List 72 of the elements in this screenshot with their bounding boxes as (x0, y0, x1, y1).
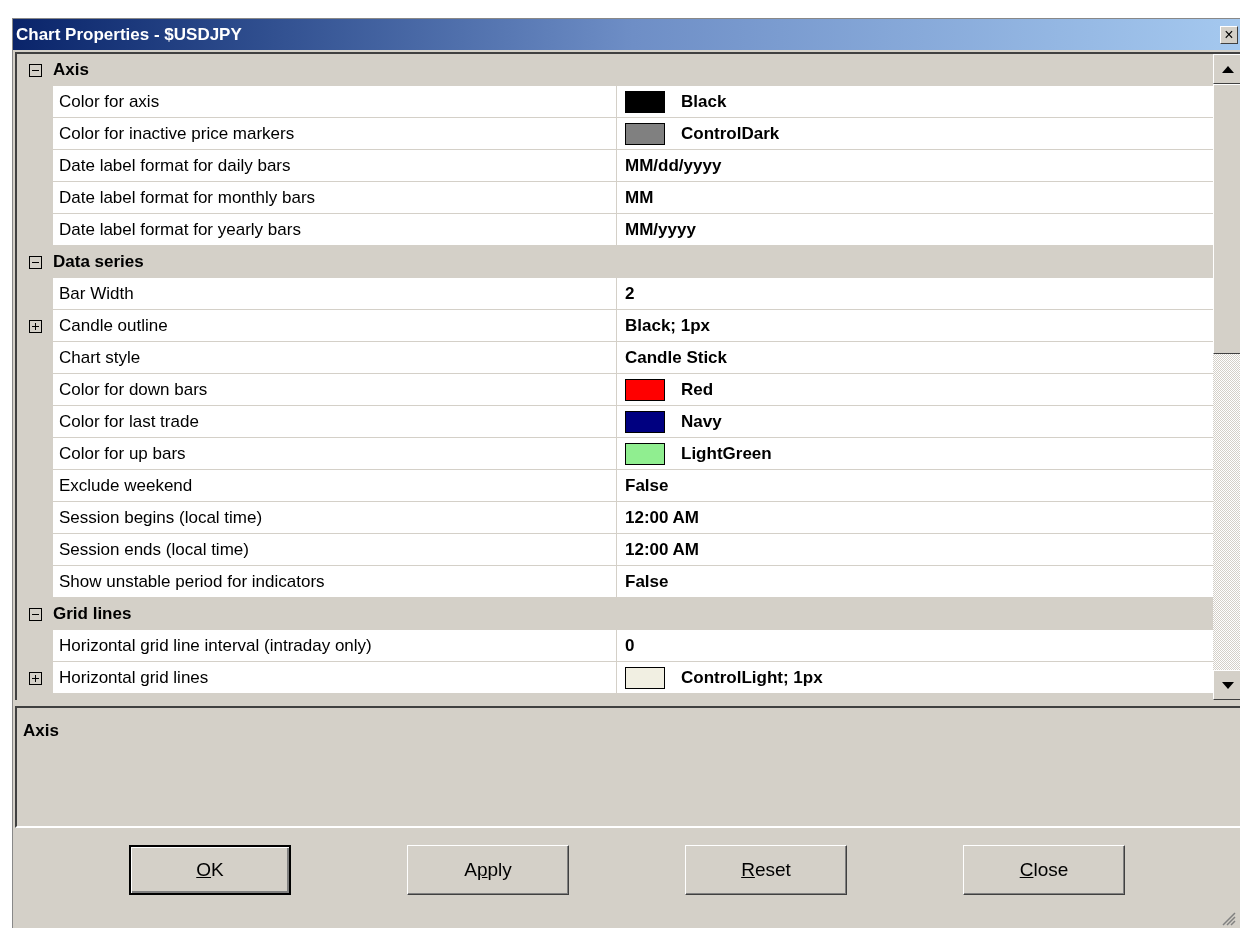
property-name: Chart style (59, 346, 141, 369)
dialog-button[interactable]: OK (129, 845, 291, 895)
dialog-button[interactable]: Close (963, 845, 1125, 895)
property-name: Date label format for daily bars (59, 154, 291, 177)
property-value-cell[interactable]: 2 (617, 278, 1213, 310)
property-value-cell[interactable]: Black (617, 86, 1213, 118)
property-name: Color for down bars (59, 378, 208, 401)
property-value-cell[interactable]: MM/dd/yyyy (617, 150, 1213, 182)
expand-icon[interactable] (28, 319, 42, 333)
property-value: 12:00 AM (625, 538, 699, 561)
property-value-cell[interactable]: False (617, 470, 1213, 502)
dialog-button[interactable]: Reset (685, 845, 847, 895)
property-name: Show unstable period for indicators (59, 570, 325, 593)
scroll-up-button[interactable] (1213, 54, 1240, 84)
property-name: Color for last trade (59, 410, 199, 433)
property-value: False (625, 474, 669, 497)
property-value: Black (681, 90, 727, 113)
window-title: Chart Properties - $USDJPY (16, 23, 243, 46)
property-name: Horizontal grid lines (59, 666, 209, 689)
up-arrow-icon (1222, 65, 1234, 73)
property-name: Session begins (local time) (59, 506, 263, 529)
property-name: Session ends (local time) (59, 538, 249, 561)
down-arrow-icon (1222, 681, 1234, 689)
property-value-cell[interactable]: Black; 1px (617, 310, 1213, 342)
property-value-cell[interactable]: False (617, 566, 1213, 598)
property-value-cell[interactable]: MM/yyyy (617, 214, 1213, 246)
scrollbar[interactable] (1213, 54, 1240, 700)
property-name: Candle outline (59, 314, 168, 337)
property-value-cell[interactable]: 0 (617, 630, 1213, 662)
property-value: LightGreen (681, 442, 772, 465)
category-label: Axis (53, 59, 89, 82)
property-value: ControlDark (681, 122, 780, 145)
property-value: Navy (681, 410, 722, 433)
property-value-cell[interactable]: MM (617, 182, 1213, 214)
property-value-cell[interactable]: Candle Stick (617, 342, 1213, 374)
property-name: Date label format for monthly bars (59, 186, 316, 209)
property-value-cell[interactable]: Navy (617, 406, 1213, 438)
property-value: False (625, 570, 669, 593)
property-value: ControlLight; 1px (681, 666, 823, 689)
property-name: Horizontal grid line interval (intraday only) (59, 634, 372, 657)
property-value-cell[interactable]: ControlDark (617, 118, 1213, 150)
collapse-icon[interactable] (28, 255, 42, 269)
property-name: Bar Width (59, 282, 134, 305)
description-title: Axis (23, 721, 59, 740)
expand-icon[interactable] (28, 671, 42, 685)
property-name: Color for axis (59, 90, 160, 113)
close-button[interactable]: × (1220, 25, 1238, 44)
collapse-icon[interactable] (28, 63, 42, 77)
property-value: 12:00 AM (625, 506, 699, 529)
scroll-down-button[interactable] (1213, 670, 1240, 700)
property-name: Color for up bars (59, 442, 186, 465)
property-name: Exclude weekend (59, 474, 193, 497)
category-label: Data series (53, 251, 144, 274)
collapse-icon[interactable] (28, 607, 42, 621)
scroll-thumb[interactable] (1213, 84, 1240, 354)
property-value: 2 (625, 282, 635, 305)
dialog-button[interactable]: Apply (407, 845, 569, 895)
property-value-cell[interactable]: ControlLight; 1px (617, 662, 1213, 694)
property-value-cell[interactable]: LightGreen (617, 438, 1213, 470)
property-value-cell[interactable]: 12:00 AM (617, 534, 1213, 566)
property-value: Red (681, 378, 714, 401)
property-name: Color for inactive price markers (59, 122, 295, 145)
property-value: MM/yyyy (625, 218, 696, 241)
property-value: Candle Stick (625, 346, 728, 369)
property-name: Date label format for yearly bars (59, 218, 301, 241)
property-value-cell[interactable]: Red (617, 374, 1213, 406)
property-value-cell[interactable]: 12:00 AM (617, 502, 1213, 534)
category-label: Grid lines (53, 603, 132, 626)
property-value: 0 (625, 634, 635, 657)
property-value: MM (625, 186, 654, 209)
property-value: Black; 1px (625, 314, 711, 337)
property-value: MM/dd/yyyy (625, 154, 722, 177)
